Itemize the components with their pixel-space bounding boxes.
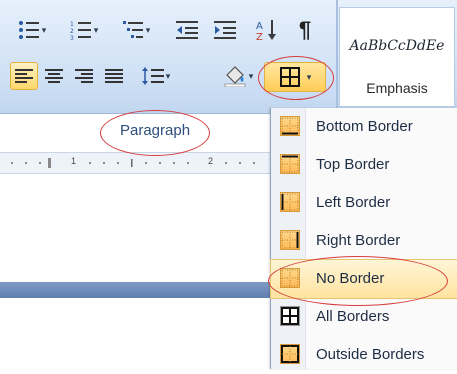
paint-bucket-icon <box>223 65 247 87</box>
decrease-indent-button[interactable] <box>170 14 204 46</box>
line-spacing-button[interactable]: ▾ <box>136 62 176 90</box>
justify-icon <box>105 68 123 84</box>
increase-indent-button[interactable] <box>208 14 242 46</box>
align-left-button[interactable] <box>10 62 38 90</box>
document-divider <box>0 282 290 298</box>
style-emphasis[interactable]: AaBbCcDdEe Emphasis <box>339 7 455 107</box>
justify-button[interactable] <box>100 62 128 90</box>
group-divider <box>336 0 338 113</box>
ribbon: ▾ 123 ▾ ▾ AZ ¶ ▾ ▾ ▾ AaBbCcDdEe Emphasis <box>0 0 457 114</box>
menu-item-label: No Border <box>316 270 385 287</box>
bottom-border-icon <box>280 116 300 136</box>
borders-button[interactable]: ▾ <box>264 62 326 92</box>
align-center-icon <box>45 68 63 84</box>
menu-item-left-border[interactable]: Left Border <box>271 184 457 222</box>
numbering-icon: 123 <box>70 19 92 41</box>
svg-text:1: 1 <box>70 21 74 28</box>
chevron-down-icon: ▾ <box>165 70 171 81</box>
shading-button[interactable]: ▾ <box>214 62 262 90</box>
borders-menu: Bottom Border Top Border Left Border Rig… <box>270 108 457 369</box>
svg-text:A: A <box>256 21 263 32</box>
menu-item-top-border[interactable]: Top Border <box>271 146 457 184</box>
line-spacing-icon <box>141 67 164 85</box>
multilevel-list-button[interactable]: ▾ <box>114 14 158 46</box>
increase-indent-icon <box>214 20 236 40</box>
top-border-icon <box>280 154 300 174</box>
all-borders-icon <box>280 306 300 326</box>
ruler-mark-1: 1 <box>71 156 77 166</box>
menu-item-label: All Borders <box>316 308 390 325</box>
show-hide-button[interactable]: ¶ <box>288 14 322 46</box>
menu-item-label: Top Border <box>316 156 390 173</box>
numbering-button[interactable]: 123 ▾ <box>62 14 106 46</box>
ruler[interactable]: 1 2 <box>0 152 290 174</box>
bullets-button[interactable]: ▾ <box>10 14 54 46</box>
svg-text:Z: Z <box>256 32 263 42</box>
menu-item-all-borders[interactable]: All Borders <box>271 298 457 336</box>
right-border-icon <box>280 230 300 250</box>
chevron-down-icon: ▾ <box>93 24 99 35</box>
menu-item-outside-borders[interactable]: Outside Borders <box>271 336 457 374</box>
ruler-ticks <box>11 158 255 168</box>
menu-item-label: Left Border <box>316 194 391 211</box>
paragraph-group-label[interactable]: Paragraph <box>120 122 190 139</box>
chevron-down-icon: ▾ <box>145 24 151 35</box>
menu-item-bottom-border[interactable]: Bottom Border <box>271 108 457 146</box>
pilcrow-icon: ¶ <box>298 17 312 42</box>
style-name: Emphasis <box>366 80 428 96</box>
decrease-indent-icon <box>176 20 198 40</box>
sort-button[interactable]: AZ <box>250 14 284 46</box>
svg-text:2: 2 <box>70 28 74 35</box>
bullets-icon <box>18 19 40 41</box>
align-left-icon <box>15 68 33 84</box>
chevron-down-icon[interactable]: ▾ <box>307 72 312 83</box>
style-sample: AaBbCcDdEe <box>349 38 445 54</box>
menu-item-label: Outside Borders <box>316 346 425 363</box>
outside-borders-icon <box>280 344 300 364</box>
align-right-icon <box>75 68 93 84</box>
sort-az-icon: AZ <box>255 18 279 42</box>
all-borders-icon <box>279 66 301 88</box>
left-border-icon <box>280 192 300 212</box>
no-border-icon <box>280 268 300 288</box>
menu-item-label: Bottom Border <box>316 118 413 135</box>
svg-text:3: 3 <box>70 35 74 41</box>
align-right-button[interactable] <box>70 62 98 90</box>
ruler-mark-2: 2 <box>208 156 214 166</box>
menu-item-right-border[interactable]: Right Border <box>271 222 457 260</box>
chevron-down-icon: ▾ <box>248 70 254 81</box>
align-center-button[interactable] <box>40 62 68 90</box>
menu-item-label: Right Border <box>316 232 401 249</box>
chevron-down-icon: ▾ <box>41 24 47 35</box>
menu-item-no-border[interactable]: No Border <box>270 259 457 299</box>
multilevel-list-icon <box>122 19 144 41</box>
